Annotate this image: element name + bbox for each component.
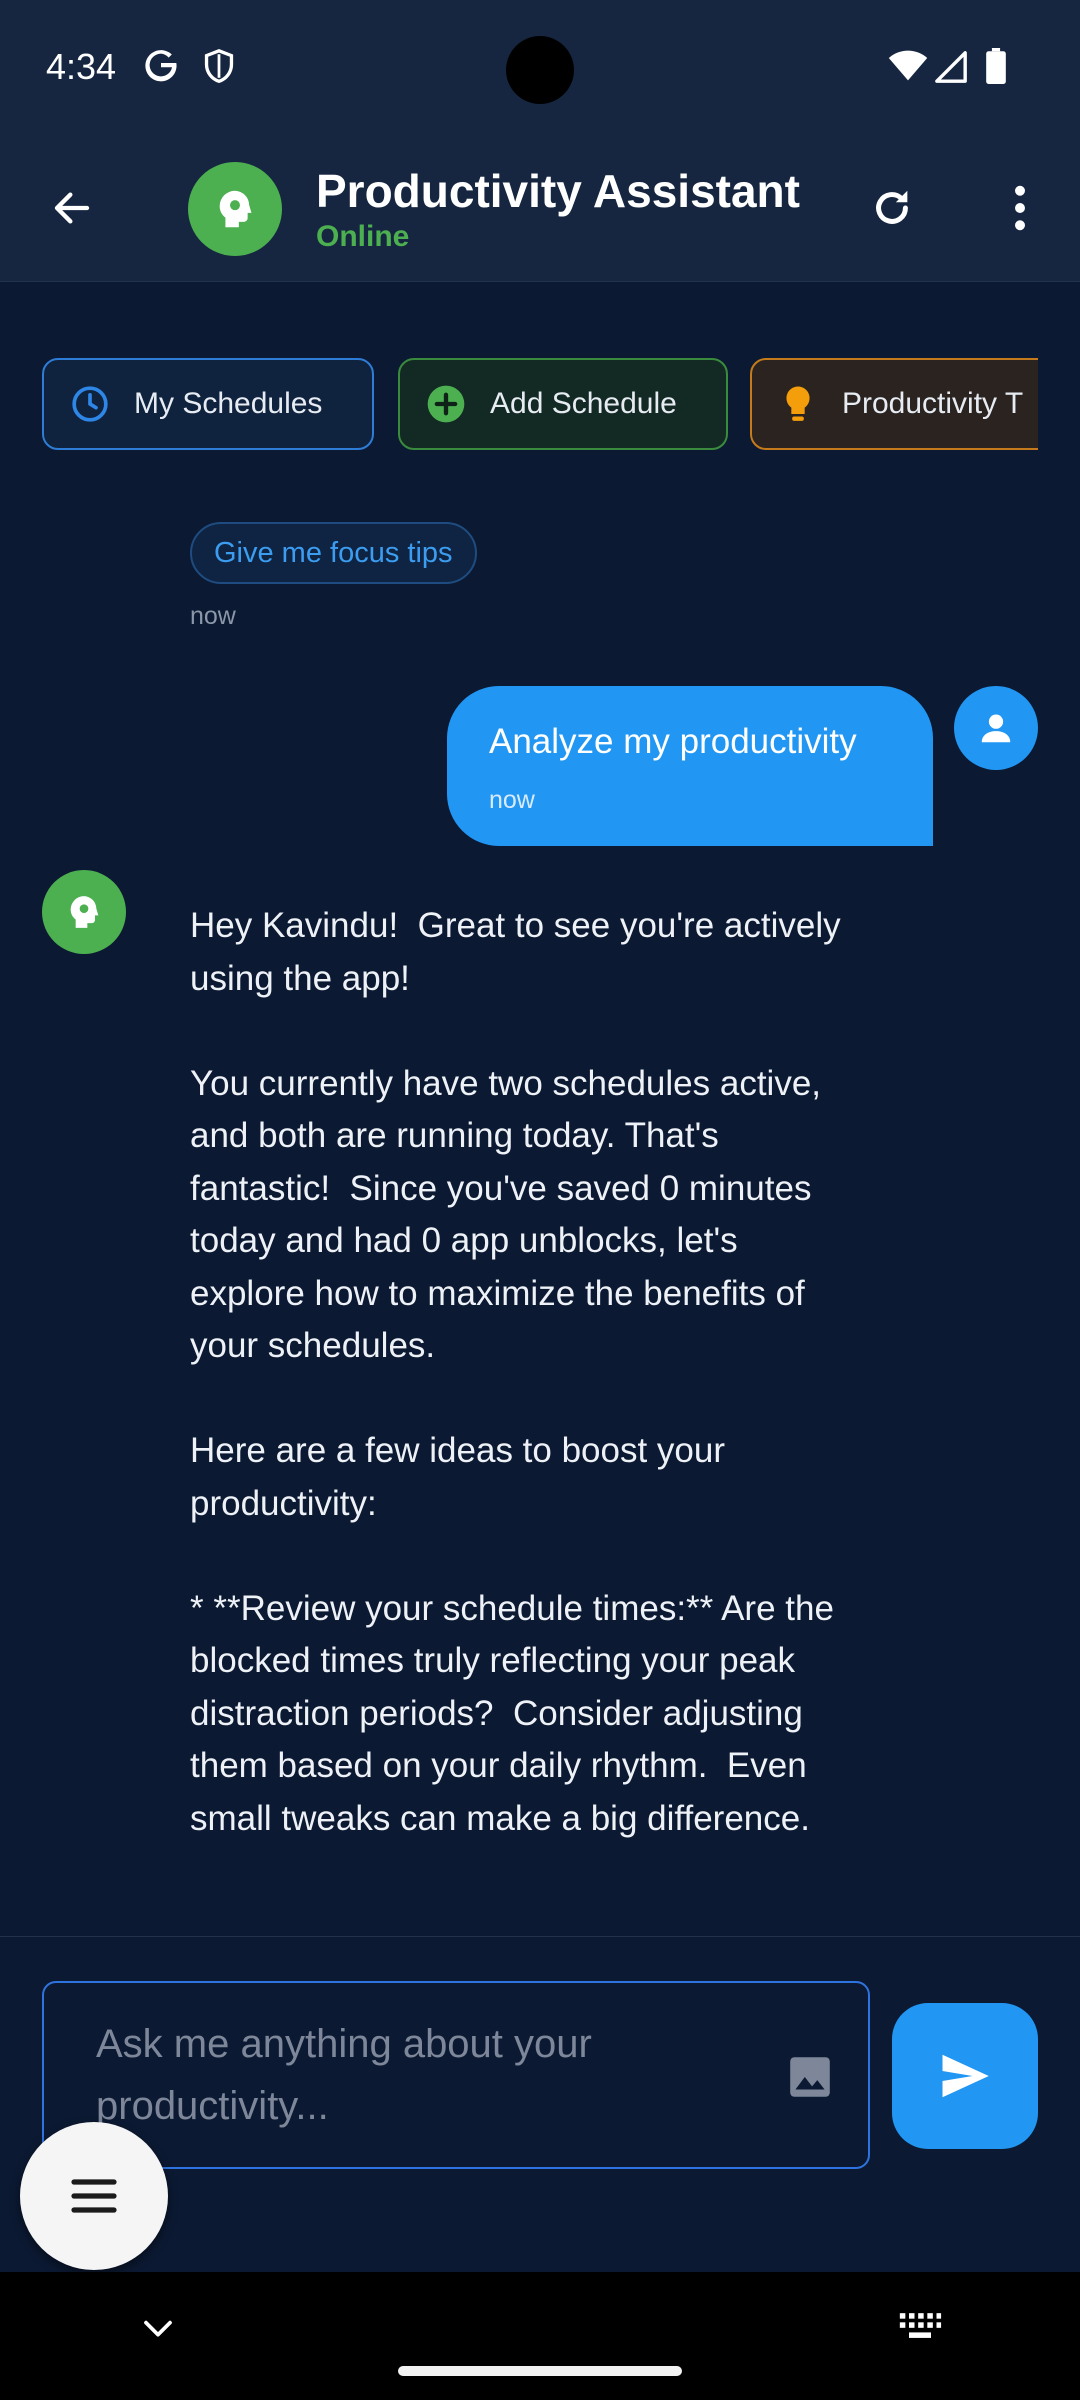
- google-icon: [145, 50, 177, 82]
- user-avatar: [954, 686, 1038, 770]
- assistant-message-text: Hey Kavindu! Great to see you're activel…: [190, 906, 841, 1838]
- chip-label: Productivity T: [842, 387, 1024, 420]
- my-schedules-chip[interactable]: My Schedules: [42, 358, 374, 450]
- refresh-button[interactable]: [860, 176, 924, 240]
- message-timestamp: now: [190, 602, 236, 630]
- message-timestamp: now: [489, 786, 535, 814]
- menu-fab-button[interactable]: [20, 2122, 168, 2270]
- assistant-avatar: [188, 162, 282, 256]
- shield-icon: [204, 48, 234, 83]
- input-placeholder: Ask me anything about your productivity.…: [96, 2022, 592, 2128]
- message-input[interactable]: Ask me anything about your productivity.…: [42, 1981, 870, 2169]
- suggestion-chip[interactable]: Give me focus tips: [190, 522, 477, 584]
- add-circle-icon: [426, 384, 466, 424]
- user-message-bubble: Analyze my productivity now: [447, 686, 933, 846]
- more-options-button[interactable]: [1000, 176, 1040, 240]
- back-arrow-icon: [54, 192, 90, 224]
- clock-icon: [70, 384, 110, 424]
- attach-image-button[interactable]: [782, 2049, 838, 2105]
- system-navigation-bar: [0, 2272, 1080, 2400]
- image-icon: [790, 2057, 830, 2097]
- psychology-icon: [219, 190, 252, 228]
- refresh-icon: [876, 190, 908, 224]
- productivity-tips-chip[interactable]: Productivity T: [750, 358, 1038, 450]
- add-schedule-chip[interactable]: Add Schedule: [398, 358, 728, 450]
- quick-actions-row: My Schedules Add Schedule Productivity T: [42, 358, 1038, 450]
- chevron-down-icon: [144, 2320, 172, 2337]
- online-status: Online: [316, 220, 410, 253]
- back-button[interactable]: [40, 176, 104, 240]
- keyboard-switch-button[interactable]: [896, 2306, 944, 2346]
- battery-icon: [986, 48, 1006, 84]
- more-vert-icon: [1015, 185, 1025, 231]
- psychology-icon: [70, 896, 99, 928]
- assistant-message-avatar: [42, 870, 126, 954]
- status-time: 4:34: [46, 46, 117, 87]
- hide-keyboard-button[interactable]: [136, 2306, 180, 2350]
- send-icon: [942, 2054, 989, 2098]
- menu-icon: [71, 2179, 117, 2213]
- app-bar: Productivity Assistant Online: [0, 136, 1080, 282]
- keyboard-icon: [899, 2313, 942, 2338]
- chat-messages[interactable]: Give me focus tips now Analyze my produc…: [0, 500, 1080, 1936]
- user-message-text: Analyze my productivity: [489, 722, 857, 761]
- send-button[interactable]: [892, 2003, 1038, 2149]
- lightbulb-icon: [778, 384, 818, 424]
- home-gesture-handle[interactable]: [398, 2366, 682, 2376]
- person-icon: [981, 714, 1011, 743]
- wifi-icon: [888, 50, 928, 81]
- camera-cutout: [506, 36, 574, 104]
- status-bar: 4:34: [0, 0, 1080, 136]
- signal-icon: [935, 51, 967, 83]
- chip-label: Add Schedule: [490, 387, 677, 420]
- page-title: Productivity Assistant: [316, 165, 800, 217]
- chip-label: My Schedules: [134, 387, 323, 420]
